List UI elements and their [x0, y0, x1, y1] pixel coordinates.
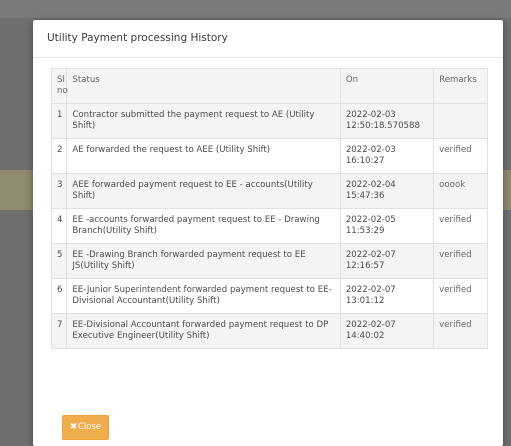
cell-sl: 5 — [50, 243, 68, 279]
modal-header: Utility Payment processing History — [33, 20, 503, 58]
cell-time: 13:01:12 — [345, 296, 385, 306]
cell-time: 16:10:27 — [345, 156, 385, 166]
history-table: Sl no Status On Remarks 1 Contractor sub… — [50, 68, 488, 349]
cell-time: 12:50:18.570588 — [345, 121, 420, 131]
cell-remarks: verified — [433, 208, 488, 244]
table-header-row: Sl no Status On Remarks — [50, 68, 488, 104]
table-row: 4 EE -accounts forwarded payment request… — [50, 208, 488, 244]
background-panel-right — [503, 170, 511, 210]
table-row: 7 EE-Divisional Accountant forwarded pay… — [50, 313, 488, 349]
cell-date: 2022-02-05 — [345, 215, 396, 225]
header-sl-line1: Sl — [57, 75, 65, 85]
history-table-wrapper: Sl no Status On Remarks 1 Contractor sub… — [50, 68, 488, 349]
cell-sl: 1 — [50, 103, 68, 139]
cell-remarks: verified — [433, 278, 488, 314]
table-row: 6 EE-Junior Superintendent forwarded pay… — [50, 278, 488, 314]
cell-sl: 4 — [50, 208, 68, 244]
table-row: 3 AEE forwarded payment request to EE - … — [50, 173, 488, 209]
cell-status: EE -Drawing Branch forwarded payment req… — [66, 243, 341, 279]
cell-on: 2022-02-07 12:16:57 — [339, 243, 435, 279]
cell-time: 14:40:02 — [345, 331, 385, 341]
table-row: 5 EE -Drawing Branch forwarded payment r… — [50, 243, 488, 279]
cell-status: Contractor submitted the payment request… — [66, 103, 341, 139]
header-on: On — [339, 68, 435, 104]
header-status: Status — [66, 68, 341, 104]
header-sl-line2: no — [57, 86, 68, 96]
cell-status: EE -accounts forwarded payment request t… — [66, 208, 341, 244]
cell-sl: 3 — [50, 173, 68, 209]
cell-on: 2022-02-05 11:53:29 — [339, 208, 435, 244]
background-topbar — [0, 0, 511, 18]
cell-status: AEE forwarded payment request to EE - ac… — [66, 173, 341, 209]
cell-remarks: verified — [433, 138, 488, 174]
cell-remarks: verified — [433, 313, 488, 349]
cell-on: 2022-02-07 14:40:02 — [339, 313, 435, 349]
cell-date: 2022-02-07 — [345, 250, 396, 260]
cell-date: 2022-02-07 — [345, 285, 396, 295]
cell-sl: 7 — [50, 313, 68, 349]
cell-status: EE-Junior Superintendent forwarded payme… — [66, 278, 341, 314]
cell-remarks: ooook — [433, 173, 488, 209]
cell-on: 2022-02-07 13:01:12 — [339, 278, 435, 314]
header-sl-no: Sl no — [50, 68, 68, 104]
cell-on: 2022-02-04 15:47:36 — [339, 173, 435, 209]
cell-date: 2022-02-07 — [345, 320, 396, 330]
cell-on: 2022-02-03 16:10:27 — [339, 138, 435, 174]
cell-date: 2022-02-04 — [345, 180, 396, 190]
cell-time: 11:53:29 — [345, 226, 385, 236]
cell-status: AE forwarded the request to AEE (Utility… — [66, 138, 341, 174]
cell-remarks: verified — [433, 243, 488, 279]
payment-history-modal: Utility Payment processing History Sl no… — [33, 20, 503, 446]
close-button-label: Close — [77, 422, 102, 432]
cell-status: EE-Divisional Accountant forwarded payme… — [66, 313, 341, 349]
times-icon: ✖ — [69, 422, 77, 432]
close-button[interactable]: ✖Close — [62, 415, 109, 440]
cell-time: 12:16:57 — [345, 261, 385, 271]
modal-title: Utility Payment processing History — [47, 32, 228, 44]
header-remarks: Remarks — [433, 68, 488, 104]
cell-sl: 6 — [50, 278, 68, 314]
cell-time: 15:47:36 — [345, 191, 385, 201]
table-row: 2 AE forwarded the request to AEE (Utili… — [50, 138, 488, 174]
cell-sl: 2 — [50, 138, 68, 174]
cell-date: 2022-02-03 — [345, 110, 396, 120]
table-row: 1 Contractor submitted the payment reque… — [50, 103, 488, 139]
cell-date: 2022-02-03 — [345, 145, 396, 155]
background-panel — [0, 170, 33, 210]
cell-on: 2022-02-03 12:50:18.570588 — [339, 103, 435, 139]
cell-remarks — [433, 103, 488, 139]
